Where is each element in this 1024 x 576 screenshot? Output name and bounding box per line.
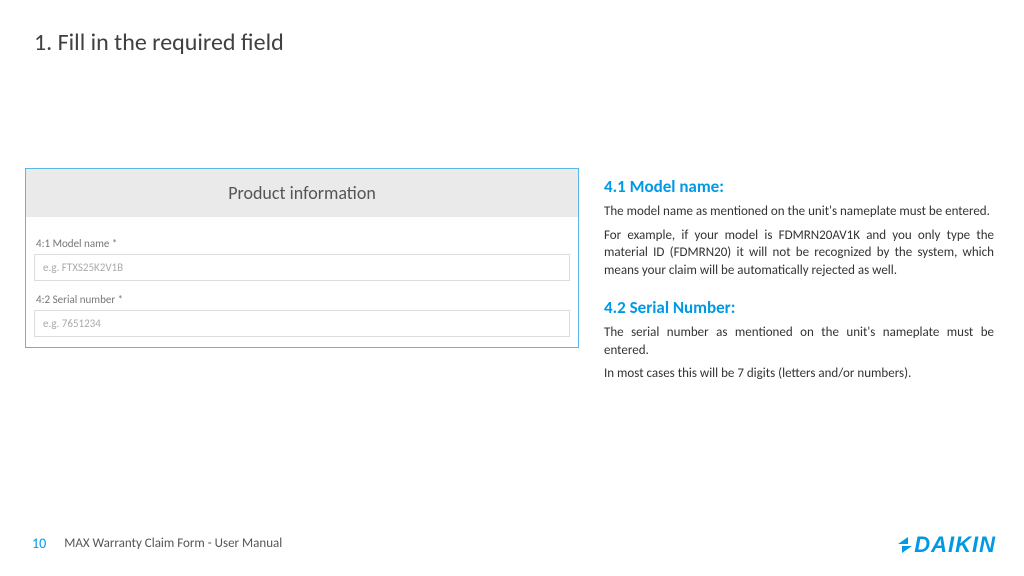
instructions-column: 4.1 Model name: The model name as mentio… bbox=[604, 176, 994, 401]
page-title: 1. Fill in the required field bbox=[34, 28, 284, 57]
section-para: For example, if your model is FDMRN20AV1… bbox=[604, 227, 994, 280]
section-heading: 4.2 Serial Number: bbox=[604, 297, 994, 318]
section-para: The serial number as mentioned on the un… bbox=[604, 324, 994, 359]
serial-number-label: 4:2 Serial number * bbox=[36, 293, 570, 306]
model-name-label: 4:1 Model name * bbox=[36, 237, 570, 250]
section-serial-number: 4.2 Serial Number: The serial number as … bbox=[604, 297, 994, 383]
section-heading: 4.1 Model name: bbox=[604, 176, 994, 197]
serial-number-input[interactable] bbox=[34, 310, 570, 337]
brand-name: DAIKIN bbox=[914, 532, 996, 558]
section-model-name: 4.1 Model name: The model name as mentio… bbox=[604, 176, 994, 279]
panel-header: Product information bbox=[26, 169, 578, 217]
doc-title: MAX Warranty Claim Form - User Manual bbox=[64, 536, 282, 551]
product-info-panel: Product information 4:1 Model name * 4:2… bbox=[25, 168, 579, 348]
page-number: 10 bbox=[32, 535, 46, 552]
footer: 10 MAX Warranty Claim Form - User Manual bbox=[32, 535, 282, 552]
section-para: The model name as mentioned on the unit'… bbox=[604, 203, 994, 221]
logo-mark-icon bbox=[898, 537, 908, 553]
section-para: In most cases this will be 7 digits (let… bbox=[604, 365, 994, 383]
model-name-input[interactable] bbox=[34, 254, 570, 281]
brand-logo: DAIKIN bbox=[898, 532, 996, 558]
field-group: 4:1 Model name * 4:2 Serial number * bbox=[26, 217, 578, 347]
